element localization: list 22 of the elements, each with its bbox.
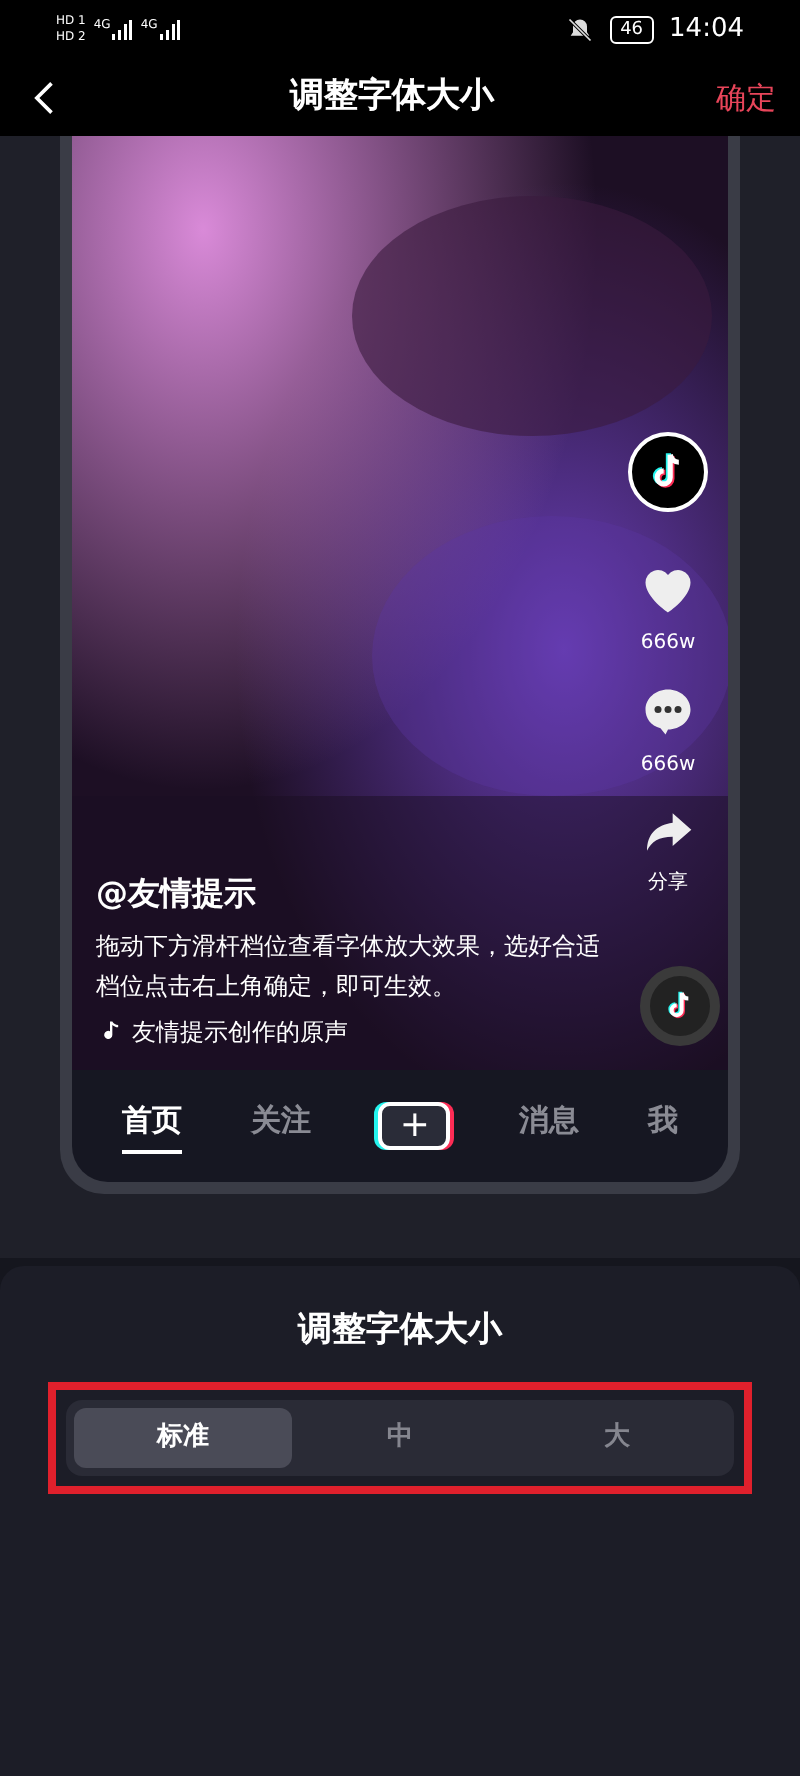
create-button[interactable]: + (378, 1102, 451, 1150)
battery-indicator: 46 (610, 16, 654, 44)
panel-title: 调整字体大小 (298, 1308, 502, 1354)
caption: 拖动下方滑杆档位查看字体放大效果，选好合适档位点击右上角确定，即可生效。 (96, 930, 602, 1004)
signal-icon (159, 20, 180, 40)
clock: 14:04 (669, 12, 744, 49)
author-name: @友情提示 (96, 872, 258, 916)
nav-tab[interactable]: 我 (647, 1097, 678, 1155)
nav-tab[interactable]: 消息 (519, 1097, 580, 1155)
size-option[interactable]: 大 (508, 1407, 727, 1467)
count-label: 分享 (648, 869, 688, 898)
muted-bell-icon (566, 16, 595, 44)
size-option[interactable]: 标准 (74, 1407, 292, 1467)
size-option[interactable]: 中 (291, 1407, 509, 1467)
nav-tab[interactable]: 首页 (122, 1097, 183, 1155)
nav-tab[interactable]: 关注 (250, 1097, 311, 1155)
page-title: 调整字体大小 (290, 74, 494, 121)
confirm-button[interactable]: 确定 (716, 75, 776, 121)
count-label: 666w (640, 630, 696, 658)
count-label: 666w (640, 752, 696, 780)
music-title: 友情提示创作的原声 (132, 1016, 348, 1050)
signal-icon (112, 20, 133, 40)
